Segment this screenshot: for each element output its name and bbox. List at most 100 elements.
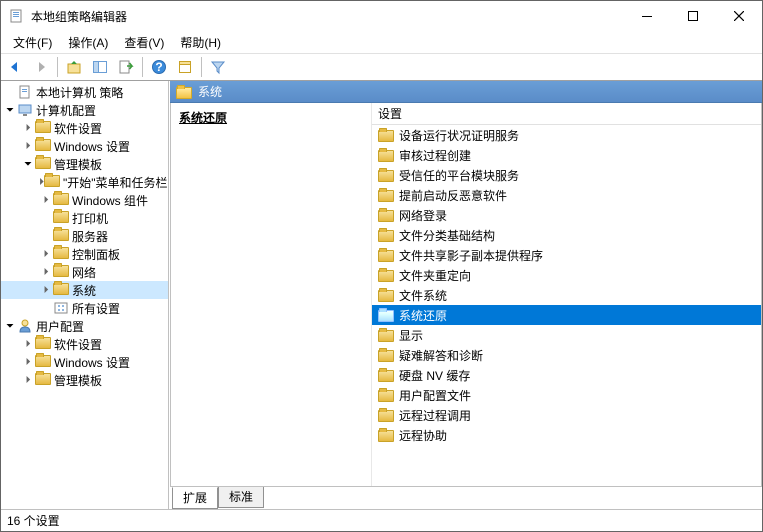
- tree-expand-icon[interactable]: [21, 123, 35, 134]
- list-item-label: 文件共享影子副本提供程序: [399, 247, 543, 264]
- menu-action[interactable]: 操作(A): [60, 32, 116, 53]
- folder-icon: [378, 390, 394, 402]
- tree-start-menu[interactable]: "开始"菜单和任务栏: [1, 173, 168, 191]
- show-hide-tree-button[interactable]: [88, 55, 112, 79]
- content-pane: 系统 系统还原 设置 设备运行状况证明服务审核过程创建受信任的平台模块服务提前启…: [169, 81, 762, 509]
- menu-file[interactable]: 文件(F): [5, 32, 60, 53]
- menu-view[interactable]: 查看(V): [116, 32, 172, 53]
- folder-icon: [378, 130, 394, 142]
- properties-button[interactable]: [173, 55, 197, 79]
- folder-icon: [378, 350, 394, 362]
- tree-label: Windows 设置: [54, 138, 130, 155]
- list-item[interactable]: 硬盘 NV 缓存: [372, 365, 761, 385]
- list-item-label: 硬盘 NV 缓存: [399, 367, 470, 384]
- folder-icon: [53, 265, 69, 277]
- tree-admin-templates[interactable]: 管理模板: [1, 155, 168, 173]
- list-header[interactable]: 设置: [372, 103, 761, 125]
- tree-expand-icon[interactable]: [21, 141, 35, 152]
- tree-label: 打印机: [72, 210, 108, 227]
- list-item[interactable]: 用户配置文件: [372, 385, 761, 405]
- list-item[interactable]: 受信任的平台模块服务: [372, 165, 761, 185]
- list-item-label: 远程过程调用: [399, 407, 471, 424]
- tree-label: "开始"菜单和任务栏: [63, 174, 168, 191]
- tree-windows-settings[interactable]: Windows 设置: [1, 137, 168, 155]
- tree-computer-config[interactable]: 计算机配置: [1, 101, 168, 119]
- column-header-setting: 设置: [378, 105, 402, 122]
- folder-icon: [378, 230, 394, 242]
- content-header: 系统: [170, 81, 762, 103]
- close-button[interactable]: [716, 1, 762, 31]
- folder-icon: [53, 229, 69, 241]
- list-item[interactable]: 文件系统: [372, 285, 761, 305]
- tab-extended[interactable]: 扩展: [172, 487, 218, 509]
- filter-button[interactable]: [206, 55, 230, 79]
- tree-windows-components[interactable]: Windows 组件: [1, 191, 168, 209]
- tree-expand-icon[interactable]: [3, 321, 17, 332]
- tree-expand-icon[interactable]: [21, 375, 35, 386]
- help-button[interactable]: ?: [147, 55, 171, 79]
- tree-expand-icon[interactable]: [39, 249, 53, 260]
- tree-expand-icon[interactable]: [39, 267, 53, 278]
- tree-expand-icon[interactable]: [21, 339, 35, 350]
- list-item[interactable]: 网络登录: [372, 205, 761, 225]
- tree-system[interactable]: 系统: [1, 281, 168, 299]
- tree-view[interactable]: 本地计算机 策略计算机配置软件设置Windows 设置管理模板"开始"菜单和任务…: [1, 81, 168, 509]
- tree-printers[interactable]: 打印机: [1, 209, 168, 227]
- list-item[interactable]: 远程过程调用: [372, 405, 761, 425]
- tree-software-settings[interactable]: 软件设置: [1, 119, 168, 137]
- folder-icon: [378, 190, 394, 202]
- minimize-button[interactable]: [624, 1, 670, 31]
- tree-uc-windows[interactable]: Windows 设置: [1, 353, 168, 371]
- svg-text:?: ?: [155, 60, 162, 74]
- list-item-label: 文件夹重定向: [399, 267, 471, 284]
- list-item[interactable]: 审核过程创建: [372, 145, 761, 165]
- list-item[interactable]: 文件共享影子副本提供程序: [372, 245, 761, 265]
- folder-icon: [53, 247, 69, 259]
- folder-icon: [378, 170, 394, 182]
- forward-button[interactable]: [29, 55, 53, 79]
- statusbar: 16 个设置: [1, 509, 762, 531]
- tree-network[interactable]: 网络: [1, 263, 168, 281]
- back-button[interactable]: [3, 55, 27, 79]
- list-item[interactable]: 文件夹重定向: [372, 265, 761, 285]
- list-item[interactable]: 远程协助: [372, 425, 761, 445]
- tree-expand-icon[interactable]: [39, 195, 53, 206]
- list-item[interactable]: 系统还原: [372, 305, 761, 325]
- tree-expand-icon[interactable]: [21, 159, 35, 170]
- tree-all-settings[interactable]: 所有设置: [1, 299, 168, 317]
- tree-label: 服务器: [72, 228, 108, 245]
- tree-expand-icon[interactable]: [3, 105, 17, 116]
- tree-control-panel[interactable]: 控制面板: [1, 245, 168, 263]
- maximize-button[interactable]: [670, 1, 716, 31]
- list-item[interactable]: 提前启动反恶意软件: [372, 185, 761, 205]
- settings-list[interactable]: 设备运行状况证明服务审核过程创建受信任的平台模块服务提前启动反恶意软件网络登录文…: [372, 125, 761, 486]
- tree-uc-admin[interactable]: 管理模板: [1, 371, 168, 389]
- list-item[interactable]: 疑难解答和诊断: [372, 345, 761, 365]
- tree-label: 管理模板: [54, 156, 102, 173]
- folder-icon: [44, 175, 60, 187]
- folder-icon: [378, 410, 394, 422]
- titlebar: 本地组策略编辑器: [1, 1, 762, 31]
- tree-servers[interactable]: 服务器: [1, 227, 168, 245]
- list-item[interactable]: 文件分类基础结构: [372, 225, 761, 245]
- tree-label: 本地计算机 策略: [36, 84, 123, 101]
- tree-expand-icon[interactable]: [39, 285, 53, 296]
- list-item-label: 文件分类基础结构: [399, 227, 495, 244]
- tab-standard[interactable]: 标准: [218, 487, 264, 508]
- tree-label: 所有设置: [72, 300, 120, 317]
- view-tabs: 扩展 标准: [170, 487, 762, 509]
- tree-user-config[interactable]: 用户配置: [1, 317, 168, 335]
- tree-uc-software[interactable]: 软件设置: [1, 335, 168, 353]
- list-item[interactable]: 设备运行状况证明服务: [372, 125, 761, 145]
- tree-label: 控制面板: [72, 246, 120, 263]
- list-item[interactable]: 显示: [372, 325, 761, 345]
- toolbar-separator: [57, 57, 58, 77]
- up-button[interactable]: [62, 55, 86, 79]
- list-item-label: 用户配置文件: [399, 387, 471, 404]
- list-item-label: 文件系统: [399, 287, 447, 304]
- menu-help[interactable]: 帮助(H): [172, 32, 229, 53]
- tree-root[interactable]: 本地计算机 策略: [1, 83, 168, 101]
- folder-icon: [378, 270, 394, 282]
- export-button[interactable]: [114, 55, 138, 79]
- tree-expand-icon[interactable]: [21, 357, 35, 368]
